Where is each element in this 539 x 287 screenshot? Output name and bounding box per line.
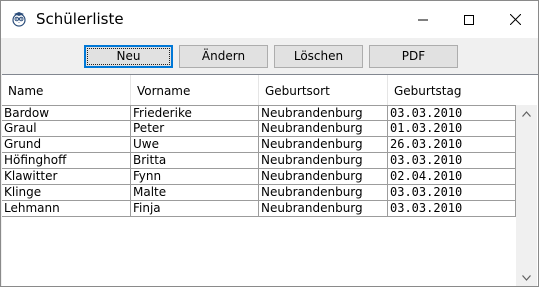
vertical-scrollbar[interactable] bbox=[516, 105, 537, 286]
cell-geburtstag: 26.03.2010 bbox=[388, 137, 516, 152]
cell-geburtsort: Neubrandenburg bbox=[259, 169, 388, 184]
table-row[interactable]: Höfinghoff Britta Neubrandenburg 03.03.2… bbox=[2, 153, 516, 169]
cell-vorname: Finja bbox=[131, 201, 259, 216]
table-row[interactable]: Klinge Malte Neubrandenburg 03.03.2010 bbox=[2, 185, 516, 201]
cell-vorname: Friederike bbox=[131, 106, 259, 121]
cell-geburtsort: Neubrandenburg bbox=[259, 185, 388, 200]
delete-button-label: Löschen bbox=[293, 49, 344, 63]
cell-vorname: Uwe bbox=[131, 137, 259, 152]
cell-name: Lehmann bbox=[2, 201, 131, 216]
cell-geburtsort: Neubrandenburg bbox=[259, 153, 388, 168]
scroll-down-button[interactable] bbox=[516, 269, 537, 286]
cell-geburtsort: Neubrandenburg bbox=[259, 137, 388, 152]
cell-name: Höfinghoff bbox=[2, 153, 131, 168]
cell-geburtsort: Neubrandenburg bbox=[259, 106, 388, 121]
cell-geburtstag: 03.03.2010 bbox=[388, 106, 516, 121]
pdf-button[interactable]: PDF bbox=[369, 45, 458, 68]
cell-geburtstag: 03.03.2010 bbox=[388, 185, 516, 200]
cell-vorname: Malte bbox=[131, 185, 259, 200]
cell-name: Grund bbox=[2, 137, 131, 152]
cell-name: Bardow bbox=[2, 106, 131, 121]
window-title: Schülerliste bbox=[36, 10, 124, 28]
chevron-down-icon bbox=[522, 274, 531, 281]
cell-name: Graul bbox=[2, 121, 131, 136]
table-row[interactable]: Graul Peter Neubrandenburg 01.03.2010 bbox=[2, 121, 516, 137]
cell-geburtstag: 03.03.2010 bbox=[388, 153, 516, 168]
close-button[interactable] bbox=[492, 1, 538, 38]
chevron-up-icon bbox=[522, 110, 531, 117]
minimize-icon bbox=[418, 19, 428, 20]
edit-button[interactable]: Ändern bbox=[179, 45, 268, 68]
table-row[interactable]: Lehmann Finja Neubrandenburg 03.03.2010 bbox=[2, 201, 516, 217]
column-header-geburtsort[interactable]: Geburtsort bbox=[259, 75, 388, 105]
app-window: Schülerliste Neu Ändern Löschen PDF Name… bbox=[0, 0, 539, 287]
cell-vorname: Peter bbox=[131, 121, 259, 136]
column-header-geburtstag[interactable]: Geburtstag bbox=[388, 75, 516, 105]
maximize-button[interactable] bbox=[446, 1, 492, 38]
cell-name: Klinge bbox=[2, 185, 131, 200]
cell-geburtsort: Neubrandenburg bbox=[259, 121, 388, 136]
scroll-up-button[interactable] bbox=[516, 105, 537, 122]
edit-button-label: Ändern bbox=[201, 49, 246, 63]
column-header-vorname[interactable]: Vorname bbox=[131, 75, 259, 105]
cell-name: Klawitter bbox=[2, 169, 131, 184]
table-body: Bardow Friederike Neubrandenburg 03.03.2… bbox=[2, 105, 516, 217]
cell-vorname: Fynn bbox=[131, 169, 259, 184]
table-row[interactable]: Bardow Friederike Neubrandenburg 03.03.2… bbox=[2, 105, 516, 121]
column-header-name[interactable]: Name bbox=[2, 75, 131, 105]
title-bar[interactable]: Schülerliste bbox=[1, 1, 538, 38]
table-header: Name Vorname Geburtsort Geburtstag bbox=[2, 75, 516, 105]
cell-geburtsort: Neubrandenburg bbox=[259, 201, 388, 216]
new-button[interactable]: Neu bbox=[84, 45, 173, 68]
cell-geburtstag: 02.04.2010 bbox=[388, 169, 516, 184]
toolbar: Neu Ändern Löschen PDF bbox=[1, 38, 538, 74]
maximize-icon bbox=[464, 14, 474, 25]
close-icon bbox=[509, 14, 521, 25]
student-table[interactable]: Name Vorname Geburtsort Geburtstag Bardo… bbox=[2, 74, 538, 286]
focus-rectangle bbox=[87, 48, 170, 65]
table-row[interactable]: Grund Uwe Neubrandenburg 26.03.2010 bbox=[2, 137, 516, 153]
cell-geburtstag: 01.03.2010 bbox=[388, 121, 516, 136]
table-row[interactable]: Klawitter Fynn Neubrandenburg 02.04.2010 bbox=[2, 169, 516, 185]
owl-app-icon bbox=[12, 12, 26, 27]
cell-vorname: Britta bbox=[131, 153, 259, 168]
pdf-button-label: PDF bbox=[401, 49, 426, 63]
cell-geburtstag: 03.03.2010 bbox=[388, 201, 516, 216]
delete-button[interactable]: Löschen bbox=[274, 45, 363, 68]
minimize-button[interactable] bbox=[400, 1, 446, 38]
